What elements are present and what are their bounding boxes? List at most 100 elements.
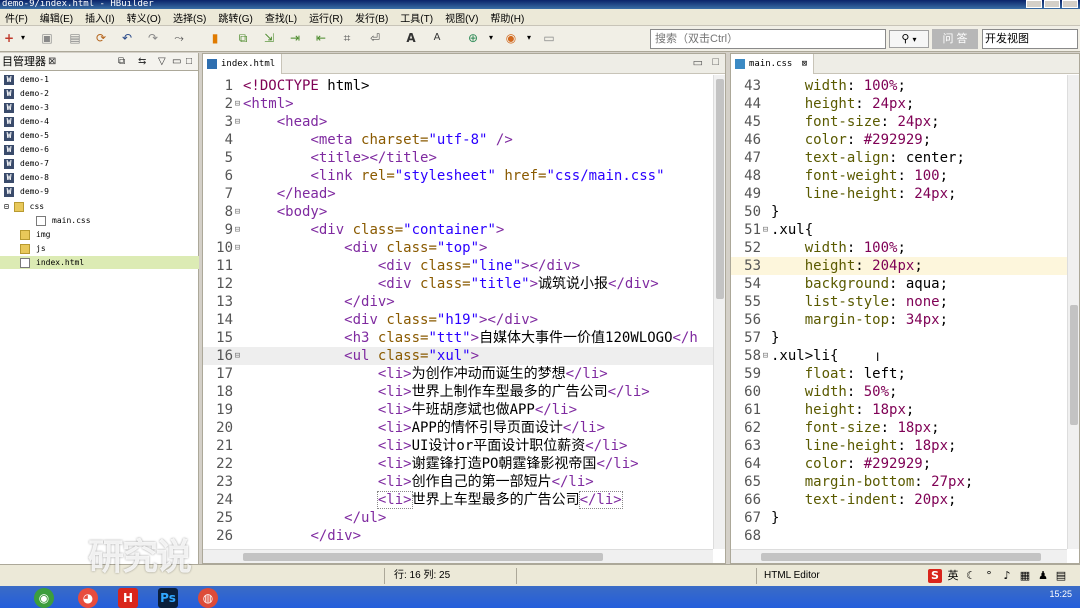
comment-icon[interactable]: ⌗ bbox=[340, 31, 354, 45]
dropdown-icon[interactable]: ▾ bbox=[16, 31, 30, 45]
fold-icon[interactable]: ⊟ bbox=[761, 347, 770, 365]
code-line[interactable]: 12 <div class="title">诚筑说小报</div> bbox=[203, 275, 713, 293]
code-line[interactable]: 15 <h3 class="ttt">自媒体大事件一价值120WLOGO</h bbox=[203, 329, 713, 347]
panel-minimize-icon[interactable]: ▭ bbox=[172, 53, 181, 71]
code-line[interactable]: 68 bbox=[731, 527, 1067, 545]
code-line[interactable]: 18 <li>世界上制作车型最多的广告公司</li> bbox=[203, 383, 713, 401]
skin-icon[interactable]: ♟ bbox=[1036, 569, 1050, 583]
microphone-icon[interactable]: ♪ bbox=[1000, 569, 1014, 583]
code-line[interactable]: 63 line-height: 18px; bbox=[731, 437, 1067, 455]
fold-icon[interactable]: ⊟ bbox=[233, 239, 242, 257]
save-all-icon[interactable]: ▤ bbox=[68, 31, 82, 45]
code-line[interactable]: 50} bbox=[731, 203, 1067, 221]
css-vertical-scrollbar[interactable] bbox=[1067, 75, 1079, 549]
code-line[interactable]: 24 <li>世界上车型最多的广告公司</li> bbox=[203, 491, 713, 509]
code-line[interactable]: 22 <li>谢霆锋打造PO朝霆锋影视帝国</li> bbox=[203, 455, 713, 473]
tab-index-html[interactable]: index.html bbox=[203, 54, 283, 74]
tab-close-icon[interactable]: ⊠ bbox=[802, 59, 807, 69]
css-code-area[interactable]: 43 width: 100%; 44 height: 24px; 45 font-s… bbox=[731, 75, 1067, 549]
font-increase-icon[interactable]: A bbox=[404, 31, 418, 45]
menu-item[interactable]: 件(F) bbox=[0, 10, 35, 25]
view-menu-icon[interactable]: ▽ bbox=[158, 53, 166, 71]
tree-item-project[interactable]: Wdemo-5 bbox=[0, 129, 199, 142]
tree-item-project[interactable]: Wdemo-4 bbox=[0, 115, 199, 128]
fold-icon[interactable]: ⊟ bbox=[233, 221, 242, 239]
html-vertical-scrollbar[interactable] bbox=[713, 75, 725, 549]
code-line[interactable]: 59 float: left; bbox=[731, 365, 1067, 383]
code-line[interactable]: 8 ⊟ <body> bbox=[203, 203, 713, 221]
expand-icon[interactable]: ⊟ bbox=[4, 202, 14, 211]
menu-item[interactable]: 发行(B) bbox=[350, 10, 395, 25]
tree-item-folder[interactable]: img bbox=[0, 228, 199, 241]
panel-maximize-icon[interactable]: □ bbox=[712, 56, 719, 68]
open-icon[interactable]: ⧉ bbox=[236, 31, 250, 45]
code-line[interactable]: 57} bbox=[731, 329, 1067, 347]
browser-dropdown-icon[interactable]: ▾ bbox=[522, 31, 536, 45]
tree-item-project[interactable]: Wdemo-6 bbox=[0, 143, 199, 156]
code-line[interactable]: 65 margin-bottom: 27px; bbox=[731, 473, 1067, 491]
indent-icon[interactable]: ⇤ bbox=[314, 31, 328, 45]
menu-item[interactable]: 帮助(H) bbox=[485, 10, 531, 25]
keyboard-icon[interactable]: ▦ bbox=[1018, 569, 1032, 583]
code-line[interactable]: 3 ⊟ <head> bbox=[203, 113, 713, 131]
code-line[interactable]: 25 </ul> bbox=[203, 509, 713, 527]
redo-icon[interactable]: ↷ bbox=[146, 31, 160, 45]
code-line[interactable]: 54 background: aqua; bbox=[731, 275, 1067, 293]
close-icon[interactable]: ⊠ bbox=[48, 53, 56, 71]
fold-icon[interactable]: ⊟ bbox=[233, 113, 242, 131]
project-explorer-tab[interactable]: 目管理器 ⊠ ⧉ ⇆ ▽ ▭ □ bbox=[0, 53, 198, 71]
code-line[interactable]: 2 ⊟ <html> bbox=[203, 95, 713, 113]
css-horizontal-scrollbar[interactable] bbox=[731, 549, 1067, 563]
collapse-icon[interactable]: ⧉ bbox=[118, 53, 125, 71]
tree-item-project[interactable]: Wdemo-9 bbox=[0, 185, 199, 198]
code-line[interactable]: 45 font-size: 24px; bbox=[731, 113, 1067, 131]
goto-icon[interactable]: ⇲ bbox=[262, 31, 276, 45]
tree-item-project[interactable]: Wdemo-8 bbox=[0, 171, 199, 184]
tree-item-folder[interactable]: ⊟ css bbox=[0, 200, 199, 213]
code-line[interactable]: 11 <div class="line"></div> bbox=[203, 257, 713, 275]
code-line[interactable]: 44 height: 24px; bbox=[731, 95, 1067, 113]
run-dropdown-icon[interactable]: ▾ bbox=[484, 31, 498, 45]
menu-item[interactable]: 运行(R) bbox=[304, 10, 350, 25]
menu-item[interactable]: 查找(L) bbox=[260, 10, 304, 25]
code-line[interactable]: 60 width: 50%; bbox=[731, 383, 1067, 401]
sogou-ime-icon[interactable]: S bbox=[928, 569, 942, 583]
jump-icon[interactable]: ⇥ bbox=[288, 31, 302, 45]
menu-item[interactable]: 视图(V) bbox=[440, 10, 485, 25]
code-line[interactable]: 67} bbox=[731, 509, 1067, 527]
code-line[interactable]: 62 font-size: 18px; bbox=[731, 419, 1067, 437]
code-line[interactable]: 43 width: 100%; bbox=[731, 77, 1067, 95]
new-icon[interactable]: + bbox=[2, 31, 16, 45]
search-button[interactable]: ⚲ ▾ bbox=[889, 30, 929, 48]
code-line[interactable]: 64 color: #292929; bbox=[731, 455, 1067, 473]
code-line[interactable]: 51 ⊟ .xul{ bbox=[731, 221, 1067, 239]
scrollbar-thumb[interactable] bbox=[761, 553, 1041, 561]
ime-language-icon[interactable]: 英 bbox=[946, 569, 960, 583]
moon-icon[interactable]: ☾ bbox=[964, 569, 978, 583]
fold-icon[interactable]: ⊟ bbox=[233, 95, 242, 113]
code-line[interactable]: 55 list-style: none; bbox=[731, 293, 1067, 311]
tree-item-project[interactable]: Wdemo-7 bbox=[0, 157, 199, 170]
tree-item-project[interactable]: Wdemo-3 bbox=[0, 101, 199, 114]
menu-item[interactable]: 编辑(E) bbox=[35, 10, 80, 25]
chrome-taskbar-icon[interactable]: ◍ bbox=[198, 588, 218, 608]
fold-icon[interactable]: ⊟ bbox=[761, 221, 770, 239]
taskbar-app-icon[interactable]: ◕ bbox=[78, 588, 98, 608]
start-button-icon[interactable]: ◉ bbox=[34, 588, 54, 608]
code-line[interactable]: 16 ⊟ <ul class="xul"> bbox=[203, 347, 713, 365]
scrollbar-thumb[interactable] bbox=[243, 553, 603, 561]
code-line[interactable]: 26 </div> bbox=[203, 527, 713, 545]
format-icon[interactable]: ⤳ bbox=[172, 31, 186, 45]
bookmark-icon[interactable]: ▮ bbox=[208, 31, 222, 45]
save-icon[interactable]: ▣ bbox=[40, 31, 54, 45]
fold-icon[interactable]: ⊟ bbox=[233, 203, 242, 221]
code-line[interactable]: 52 width: 100%; bbox=[731, 239, 1067, 257]
minimize-button[interactable] bbox=[1026, 0, 1042, 8]
code-line[interactable]: 20 <li>APP的情怀引导页面设计</li> bbox=[203, 419, 713, 437]
code-line[interactable]: 19 <li>牛班胡彦斌也做APP</li> bbox=[203, 401, 713, 419]
undo-icon[interactable]: ↶ bbox=[120, 31, 134, 45]
punctuation-icon[interactable]: ° bbox=[982, 569, 996, 583]
scrollbar-thumb[interactable] bbox=[716, 79, 724, 299]
code-line[interactable]: 56 margin-top: 34px; bbox=[731, 311, 1067, 329]
code-line[interactable]: 17 <li>为创作冲动而诞生的梦想</li> bbox=[203, 365, 713, 383]
